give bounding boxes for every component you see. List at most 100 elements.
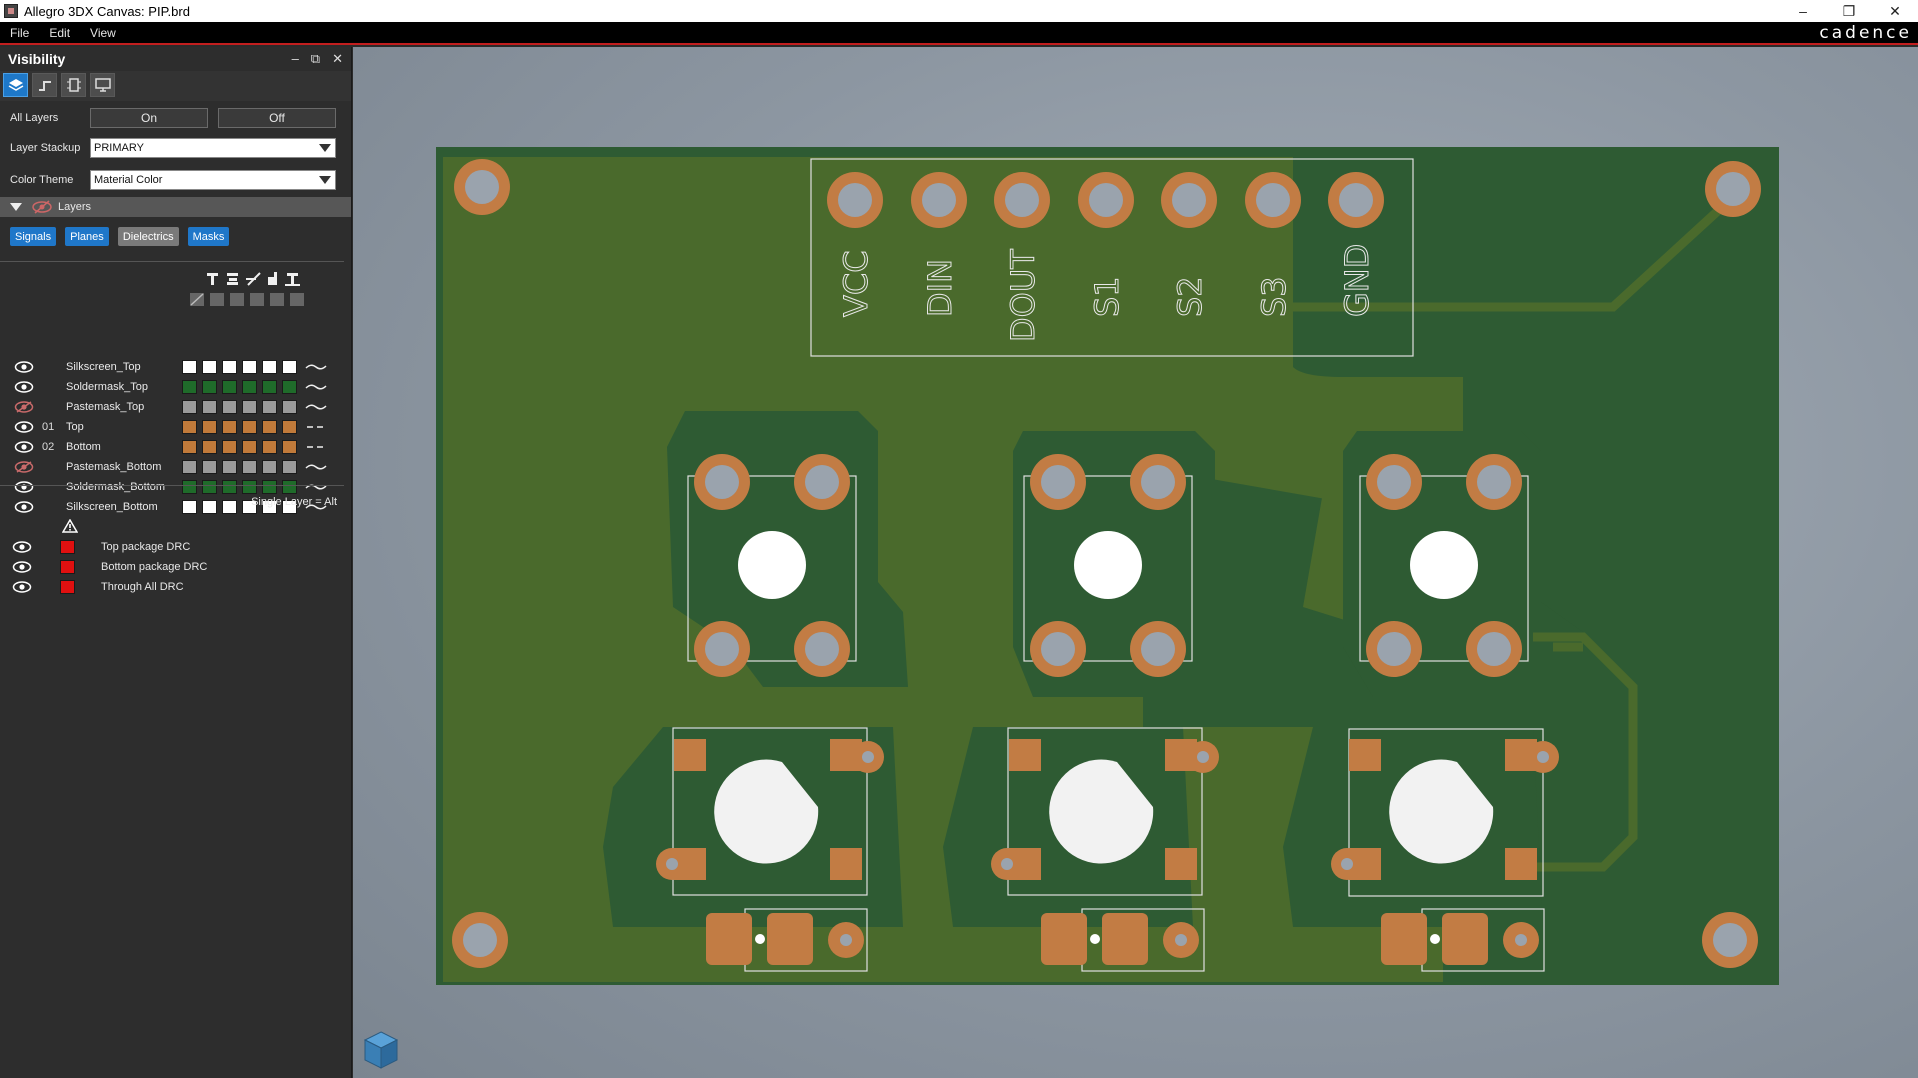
layer-color-swatch[interactable] <box>242 460 257 474</box>
layer-color-swatch[interactable] <box>222 460 237 474</box>
board-canvas[interactable]: VCC DIN DOUT S1 S2 S3 GND <box>353 47 1918 1078</box>
layer-color-swatch[interactable] <box>182 480 197 494</box>
layer-color-swatch[interactable] <box>262 420 277 434</box>
eye-icon[interactable] <box>12 561 32 573</box>
drc-color-swatch[interactable] <box>60 560 75 574</box>
layer-color-swatch[interactable] <box>202 440 217 454</box>
layer-color-swatch[interactable] <box>222 400 237 414</box>
layers-section-header[interactable]: Layers <box>0 197 351 217</box>
layer-color-swatch[interactable] <box>222 360 237 374</box>
filter-signals[interactable]: Signals <box>10 227 57 246</box>
layer-color-swatch[interactable] <box>282 360 297 374</box>
layer-color-swatch[interactable] <box>202 360 217 374</box>
layer-color-swatch[interactable] <box>182 420 197 434</box>
eye-icon[interactable] <box>12 581 32 593</box>
layer-color-swatch[interactable] <box>262 440 277 454</box>
layer-color-swatch[interactable] <box>242 380 257 394</box>
eye-icon[interactable] <box>14 381 34 393</box>
layer-color-swatch[interactable] <box>242 440 257 454</box>
layer-color-swatch[interactable] <box>182 380 197 394</box>
line-style-icon[interactable] <box>305 482 327 492</box>
panel-close-button[interactable]: ✕ <box>332 51 343 67</box>
layer-color-swatch[interactable] <box>262 400 277 414</box>
layer-color-swatch[interactable] <box>222 500 237 514</box>
layer-color-swatch[interactable] <box>182 400 197 414</box>
line-style-icon[interactable] <box>305 462 327 472</box>
layer-color-swatch[interactable] <box>182 360 197 374</box>
layer-color-swatch[interactable] <box>202 420 217 434</box>
layer-color-swatch[interactable] <box>262 360 277 374</box>
layer-color-swatch[interactable] <box>282 380 297 394</box>
routing-tab[interactable] <box>32 73 57 97</box>
line-style-icon[interactable] <box>305 422 327 432</box>
all-layers-on-button[interactable]: On <box>90 108 208 128</box>
layer-color-swatch[interactable] <box>202 480 217 494</box>
drc-row[interactable]: Top package DRC <box>12 539 332 555</box>
close-button[interactable]: ✕ <box>1872 0 1918 22</box>
eye-icon[interactable] <box>14 501 34 513</box>
eye-hidden-icon[interactable] <box>14 401 34 413</box>
layer-color-swatch[interactable] <box>222 440 237 454</box>
drc-row[interactable]: Bottom package DRC <box>12 559 332 575</box>
eye-icon[interactable] <box>14 481 34 493</box>
layer-color-swatch[interactable] <box>282 440 297 454</box>
drc-color-swatch[interactable] <box>60 580 75 594</box>
filter-dielectrics[interactable]: Dielectrics <box>117 227 179 246</box>
view-cube[interactable] <box>363 1030 399 1070</box>
layer-color-swatch[interactable] <box>242 420 257 434</box>
layer-color-swatch[interactable] <box>202 380 217 394</box>
layer-row[interactable]: Pastemask_Top <box>14 399 334 415</box>
layer-color-swatch[interactable] <box>282 400 297 414</box>
panel-minimize-button[interactable]: ‒ <box>292 51 299 67</box>
layer-color-swatch[interactable] <box>262 380 277 394</box>
line-style-icon[interactable] <box>305 442 327 452</box>
layer-color-swatch[interactable] <box>242 360 257 374</box>
layer-row[interactable]: Soldermask_Bottom <box>14 479 334 495</box>
layer-color-swatch[interactable] <box>222 420 237 434</box>
layers-tab[interactable] <box>3 73 28 97</box>
eye-icon[interactable] <box>14 441 34 453</box>
layer-color-swatch[interactable] <box>182 460 197 474</box>
menu-edit[interactable]: Edit <box>39 26 80 40</box>
minimize-button[interactable]: – <box>1780 0 1826 22</box>
pcb-board-view[interactable]: VCC DIN DOUT S1 S2 S3 GND <box>353 47 1918 1078</box>
menu-view[interactable]: View <box>80 26 126 40</box>
layer-color-swatch[interactable] <box>222 480 237 494</box>
layer-color-swatch[interactable] <box>242 400 257 414</box>
eye-hidden-icon[interactable] <box>14 461 34 473</box>
components-tab[interactable] <box>61 73 86 97</box>
line-style-icon[interactable] <box>305 402 327 412</box>
restore-button[interactable]: ❐ <box>1826 0 1872 22</box>
all-layers-off-button[interactable]: Off <box>218 108 336 128</box>
menu-file[interactable]: File <box>0 26 39 40</box>
eye-icon[interactable] <box>14 421 34 433</box>
layer-color-swatch[interactable] <box>182 440 197 454</box>
layer-row[interactable]: Silkscreen_Top <box>14 359 334 375</box>
layer-row[interactable]: 02 Bottom <box>14 439 334 455</box>
layer-color-swatch[interactable] <box>242 480 257 494</box>
drc-color-swatch[interactable] <box>60 540 75 554</box>
line-style-icon[interactable] <box>305 382 327 392</box>
stackup-select[interactable]: PRIMARY <box>90 138 336 158</box>
eye-icon[interactable] <box>14 361 34 373</box>
layer-row[interactable]: Soldermask_Top <box>14 379 334 395</box>
display-tab[interactable] <box>90 73 115 97</box>
drc-row[interactable]: Through All DRC <box>12 579 332 595</box>
panel-float-button[interactable]: ⧉ <box>311 51 320 67</box>
layer-color-swatch[interactable] <box>262 460 277 474</box>
eye-icon[interactable] <box>12 541 32 553</box>
layer-color-swatch[interactable] <box>282 420 297 434</box>
layer-color-swatch[interactable] <box>202 500 217 514</box>
layer-row[interactable]: 01 Top <box>14 419 334 435</box>
filter-planes[interactable]: Planes <box>65 227 109 246</box>
layer-color-swatch[interactable] <box>202 460 217 474</box>
theme-select[interactable]: Material Color <box>90 170 336 190</box>
layer-color-swatch[interactable] <box>182 500 197 514</box>
layer-color-swatch[interactable] <box>282 460 297 474</box>
line-style-icon[interactable] <box>305 362 327 372</box>
layer-color-swatch[interactable] <box>202 400 217 414</box>
layer-row[interactable]: Pastemask_Bottom <box>14 459 334 475</box>
layer-color-swatch[interactable] <box>262 480 277 494</box>
filter-masks[interactable]: Masks <box>187 227 230 246</box>
layer-color-swatch[interactable] <box>222 380 237 394</box>
